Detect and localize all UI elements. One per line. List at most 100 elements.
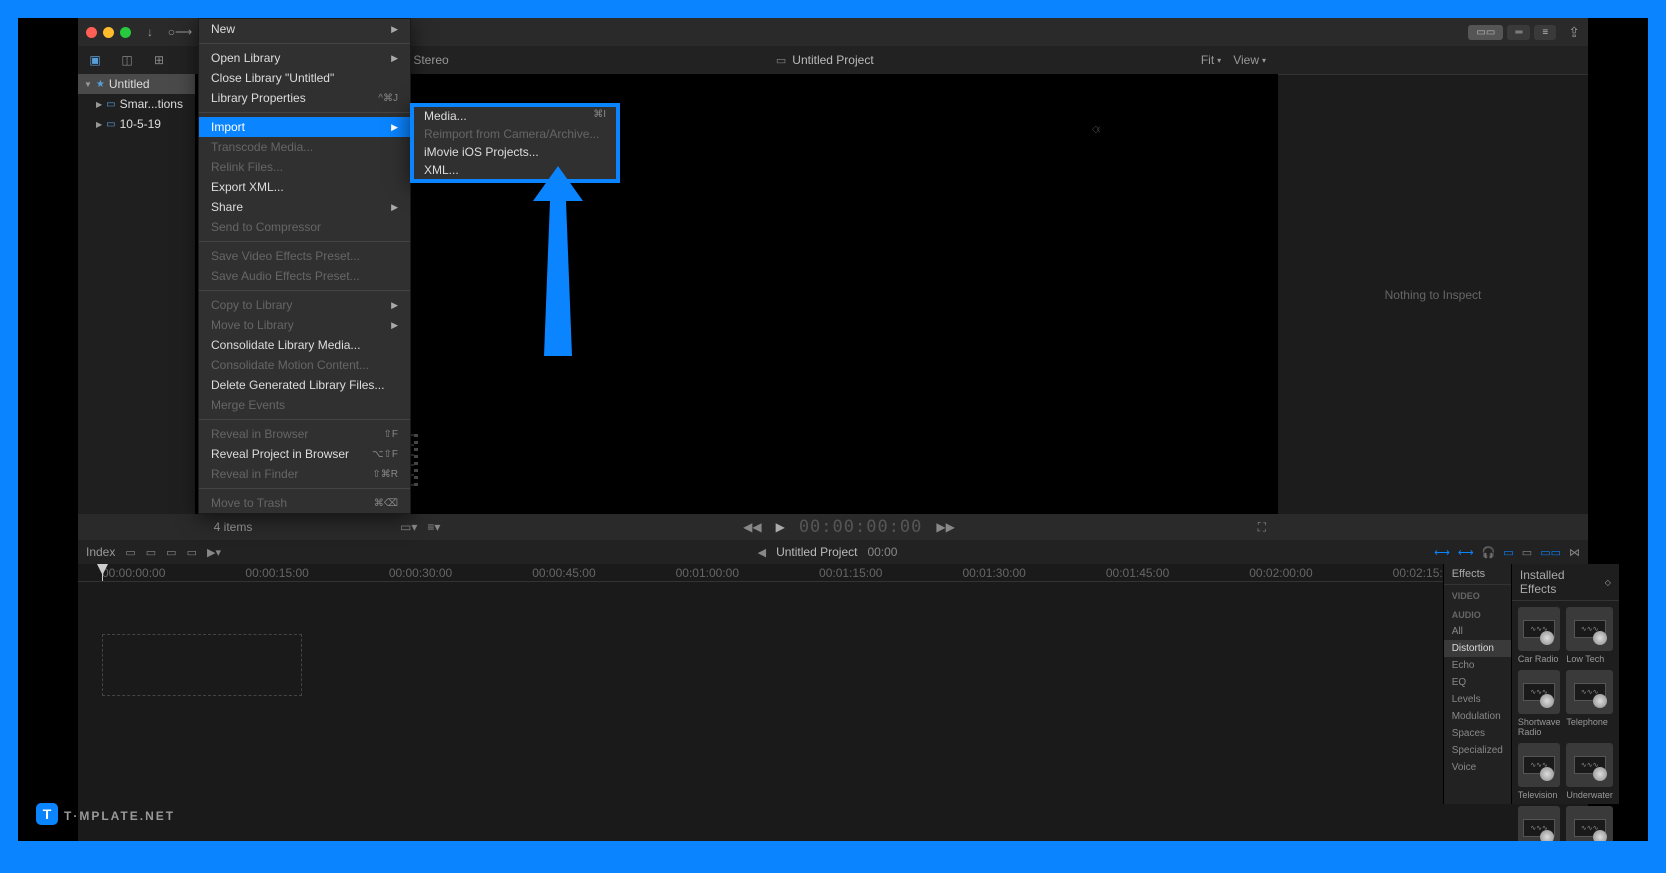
menu-consolidate-media[interactable]: Consolidate Library Media... — [199, 335, 410, 355]
view-mode-1-icon[interactable]: ▭▭ — [1468, 25, 1503, 40]
effects-cat-audio[interactable]: AUDIO — [1444, 604, 1511, 623]
effect-item[interactable]: ∿∿∿Television — [1518, 743, 1561, 800]
menu-relink: Relink Files... — [199, 157, 410, 177]
tt-snapshot-icon[interactable]: ▭ — [1522, 546, 1532, 559]
next-icon[interactable]: ▶▶ — [936, 520, 954, 534]
menu-move-to-library: Move to Library▶ — [199, 315, 410, 335]
import-icon[interactable]: ↓ — [139, 23, 161, 41]
knob-icon — [1540, 631, 1554, 645]
timeline-toolbar: Index ▭ ▭ ▭ ▭ ▶▾ ◀ Untitled Project 00:0… — [78, 540, 1588, 564]
tt-skim-icon[interactable]: ⟷ — [1458, 546, 1474, 559]
effects-grid-panel: Installed Effects ◇ ∿∿∿Car Radio ∿∿∿Low T… — [1511, 564, 1619, 804]
titles-tab-icon[interactable]: ⊞ — [150, 52, 168, 68]
menu-library-properties[interactable]: Library Properties^⌘J — [199, 88, 410, 108]
effects-cat-spaces[interactable]: Spaces — [1444, 725, 1511, 742]
menu-save-audio-preset: Save Audio Effects Preset... — [199, 266, 410, 286]
play-icon[interactable]: ▶ — [776, 520, 785, 534]
close-window-icon[interactable] — [86, 27, 97, 38]
library-root[interactable]: ▼★Untitled — [78, 74, 195, 94]
library-panel: ▼★Untitled ▶▭Smar...tions ▶▭10-5-19 — [78, 74, 196, 514]
effects-grid-header[interactable]: Installed Effects — [1520, 568, 1601, 596]
playhead[interactable] — [102, 564, 103, 581]
view-dropdown[interactable]: View▾ — [1233, 53, 1266, 67]
menu-new[interactable]: New▶ — [199, 19, 410, 39]
knob-icon — [1540, 830, 1554, 841]
knob-icon — [1540, 767, 1554, 781]
photos-tab-icon[interactable]: ◫ — [118, 52, 136, 68]
effect-item[interactable]: ∿∿∿Shortwave Radio — [1518, 670, 1561, 737]
submenu-reimport: Reimport from Camera/Archive... — [414, 125, 616, 143]
share-icon[interactable]: ⇪ — [1568, 24, 1580, 41]
tt-trim-icon[interactable]: ▭ — [125, 546, 135, 559]
knob-icon — [1593, 767, 1607, 781]
submenu-imovie[interactable]: iMovie iOS Projects... — [414, 143, 616, 161]
watermark-text: T·MPLATE.NET — [64, 809, 175, 823]
import-submenu: Media...⌘I Reimport from Camera/Archive.… — [410, 103, 620, 183]
library-event-1[interactable]: ▶▭Smar...tions — [78, 94, 195, 114]
submenu-xml[interactable]: XML... — [414, 161, 616, 179]
menu-delete-generated[interactable]: Delete Generated Library Files... — [199, 375, 410, 395]
ruler-mark-0: 00:00:00:00 — [102, 566, 165, 580]
effect-item[interactable]: ∿∿∿Underwater — [1566, 743, 1613, 800]
menu-share[interactable]: Share▶ — [199, 197, 410, 217]
keyword-icon[interactable]: ○⟶ — [169, 23, 191, 41]
effects-cat-voice[interactable]: Voice — [1444, 759, 1511, 776]
ruler-mark-7: 00:01:45:00 — [1106, 566, 1169, 580]
ruler-mark-6: 00:01:30:00 — [962, 566, 1025, 580]
knob-icon — [1593, 830, 1607, 841]
fit-dropdown[interactable]: Fit▾ — [1201, 53, 1221, 67]
effect-item[interactable]: ∿∿∿ — [1518, 806, 1561, 841]
menu-close-library[interactable]: Close Library "Untitled" — [199, 68, 410, 88]
effects-cat-video[interactable]: VIDEO — [1444, 585, 1511, 604]
index-button[interactable]: Index — [86, 545, 115, 559]
menu-reveal-project[interactable]: Reveal Project in Browser⌥⇧F — [199, 444, 410, 464]
tt-tool-dropdown[interactable]: ▶▾ — [207, 546, 221, 559]
effects-cat-specialized[interactable]: Specialized — [1444, 742, 1511, 759]
tt-snap-icon[interactable]: ⟷ — [1434, 546, 1450, 559]
clip-grouping-icon[interactable]: ≡▾ — [427, 520, 440, 534]
effects-cat-modulation[interactable]: Modulation — [1444, 708, 1511, 725]
timeline-area[interactable]: 00:00:00:00 00:00:15:00 00:00:30:00 00:0… — [78, 564, 1443, 804]
timeline-ruler[interactable]: 00:00:00:00 00:00:15:00 00:00:30:00 00:0… — [78, 564, 1443, 582]
clip-appearance-icon[interactable]: ▭▾ — [400, 520, 417, 534]
knob-icon — [1540, 694, 1554, 708]
effects-cat-echo[interactable]: Echo — [1444, 657, 1511, 674]
tt-transitions-icon[interactable]: ⋈ — [1569, 546, 1580, 559]
tt-position-icon[interactable]: ▭ — [146, 546, 156, 559]
prev-icon[interactable]: ◀◀ — [743, 520, 761, 534]
effects-cat-distortion[interactable]: Distortion — [1444, 640, 1511, 657]
tt-audio-skim-icon[interactable]: 🎧 — [1482, 546, 1496, 559]
effects-filter-icon[interactable]: ◇ — [1605, 578, 1611, 587]
effects-categories-panel: Effects VIDEO AUDIO All Distortion Echo … — [1443, 564, 1511, 804]
tt-effects-icon[interactable]: ▭▭ — [1540, 546, 1561, 559]
menu-save-video-preset: Save Video Effects Preset... — [199, 246, 410, 266]
minimize-window-icon[interactable] — [103, 27, 114, 38]
library-event-2[interactable]: ▶▭10-5-19 — [78, 114, 195, 134]
effect-item[interactable]: ∿∿∿ — [1566, 806, 1613, 841]
menu-export-xml[interactable]: Export XML... — [199, 177, 410, 197]
effects-cat-levels[interactable]: Levels — [1444, 691, 1511, 708]
view-mode-3-icon[interactable]: ≡ — [1534, 25, 1556, 40]
tt-range-icon[interactable]: ▭ — [166, 546, 176, 559]
menu-import[interactable]: Import▶ — [199, 117, 410, 137]
tt-solo-icon[interactable]: ▭ — [1503, 546, 1513, 559]
ruler-mark-1: 00:00:15:00 — [245, 566, 308, 580]
ruler-mark-3: 00:00:45:00 — [532, 566, 595, 580]
effect-item[interactable]: ∿∿∿Car Radio — [1518, 607, 1561, 664]
empty-timeline-placeholder — [102, 634, 302, 696]
tt-blade-icon[interactable]: ▭ — [187, 546, 197, 559]
submenu-media[interactable]: Media...⌘I — [414, 107, 616, 125]
effects-cat-all[interactable]: All — [1444, 623, 1511, 640]
knob-icon — [1593, 631, 1607, 645]
fullscreen-viewer-icon[interactable]: ⛶ — [1258, 520, 1266, 535]
menu-open-library[interactable]: Open Library▶ — [199, 48, 410, 68]
tt-prev-edit-icon[interactable]: ◀ — [758, 546, 766, 559]
ruler-mark-8: 00:02:00:00 — [1249, 566, 1312, 580]
effect-item[interactable]: ∿∿∿Telephone — [1566, 670, 1613, 737]
effects-cat-eq[interactable]: EQ — [1444, 674, 1511, 691]
view-mode-2-icon[interactable]: ═ — [1507, 25, 1530, 40]
library-tab-icon[interactable]: ▣ — [86, 52, 104, 68]
fullscreen-window-icon[interactable] — [120, 27, 131, 38]
watermark-logo-icon: T — [36, 803, 58, 825]
effect-item[interactable]: ∿∿∿Low Tech — [1566, 607, 1613, 664]
